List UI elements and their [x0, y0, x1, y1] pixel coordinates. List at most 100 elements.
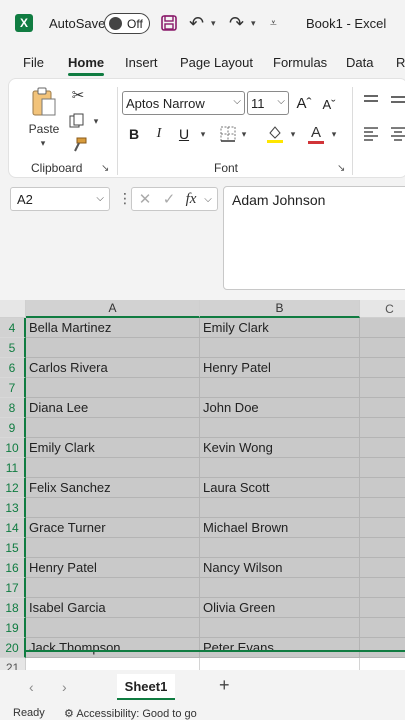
cell-b[interactable]: Michael Brown — [200, 518, 360, 538]
tab-review[interactable]: Re — [396, 46, 405, 78]
tab-home[interactable]: Home — [68, 46, 105, 78]
more-options-icon[interactable]: ⋮ — [118, 190, 132, 207]
column-header-a[interactable]: A — [26, 300, 200, 318]
chevron-down-icon[interactable]: ⌵ — [202, 194, 214, 205]
cell-a[interactable] — [26, 658, 200, 670]
row-header[interactable]: 9 — [0, 418, 26, 438]
add-sheet-button[interactable]: + — [219, 675, 230, 696]
cell-c[interactable] — [360, 538, 405, 558]
row-header[interactable]: 21 — [0, 658, 26, 670]
underline-button[interactable]: U — [177, 124, 191, 144]
row-header[interactable]: 20 — [0, 638, 26, 658]
cell-b[interactable] — [200, 658, 360, 670]
cell-c[interactable] — [360, 318, 405, 338]
cell-a[interactable] — [26, 618, 200, 638]
borders-icon[interactable] — [218, 124, 238, 144]
previous-sheet-icon[interactable]: ‹ — [29, 679, 34, 695]
cell-c[interactable] — [360, 618, 405, 638]
undo-dropdown-icon[interactable]: ▾ — [211, 0, 216, 46]
row-header[interactable]: 4 — [0, 318, 26, 338]
cell-a[interactable]: Jack Thompson — [26, 638, 200, 658]
cell-c[interactable] — [360, 438, 405, 458]
cell-b[interactable] — [200, 378, 360, 398]
cell-b[interactable]: Olivia Green — [200, 598, 360, 618]
formula-input[interactable]: Adam Johnson — [223, 186, 405, 290]
cell-c[interactable] — [360, 358, 405, 378]
cell-a[interactable]: Grace Turner — [26, 518, 200, 538]
italic-button[interactable]: I — [152, 124, 166, 144]
cell-a[interactable]: Isabel Garcia — [26, 598, 200, 618]
row-header[interactable]: 16 — [0, 558, 26, 578]
tab-insert[interactable]: Insert — [125, 46, 158, 78]
row-header[interactable]: 15 — [0, 538, 26, 558]
cell-a[interactable]: Carlos Rivera — [26, 358, 200, 378]
cell-c[interactable] — [360, 418, 405, 438]
select-all-corner[interactable] — [0, 300, 26, 318]
copy-icon[interactable] — [67, 111, 87, 131]
row-header[interactable]: 8 — [0, 398, 26, 418]
redo-icon[interactable]: ↷ — [229, 0, 244, 46]
cell-b[interactable] — [200, 338, 360, 358]
underline-dropdown-icon[interactable]: ▾ — [198, 128, 208, 140]
cancel-icon[interactable]: ✕ — [132, 190, 158, 208]
cell-a[interactable]: Emily Clark — [26, 438, 200, 458]
font-name-box[interactable]: Aptos Narrow ⌵ — [122, 91, 245, 115]
cell-b[interactable] — [200, 458, 360, 478]
row-header[interactable]: 7 — [0, 378, 26, 398]
redo-dropdown-icon[interactable]: ▾ — [251, 0, 256, 46]
cell-a[interactable]: Henry Patel — [26, 558, 200, 578]
copy-dropdown-icon[interactable]: ▾ — [91, 115, 101, 127]
align-top-icon[interactable] — [362, 91, 380, 109]
autosave-toggle[interactable]: Off — [104, 13, 150, 34]
font-color-dropdown-icon[interactable]: ▾ — [329, 128, 339, 140]
cell-c[interactable] — [360, 378, 405, 398]
font-color-icon[interactable]: A — [306, 123, 326, 145]
row-header[interactable]: 19 — [0, 618, 26, 638]
align-middle-icon[interactable] — [389, 91, 405, 109]
cell-b[interactable]: Peter Evans — [200, 638, 360, 658]
accessibility-status[interactable]: ⚙ Accessibility: Good to go — [64, 707, 197, 720]
row-header[interactable]: 6 — [0, 358, 26, 378]
row-header[interactable]: 13 — [0, 498, 26, 518]
cell-a[interactable]: Bella Martinez — [26, 318, 200, 338]
cell-a[interactable] — [26, 418, 200, 438]
cell-c[interactable] — [360, 558, 405, 578]
cell-c[interactable] — [360, 598, 405, 618]
row-header[interactable]: 11 — [0, 458, 26, 478]
cell-a[interactable] — [26, 378, 200, 398]
clipboard-launcher-icon[interactable]: ↘ — [101, 163, 109, 174]
decrease-font-size-button[interactable]: Aˇ — [321, 94, 337, 114]
customize-qat-icon[interactable]: ⩡ — [270, 0, 277, 46]
cell-b[interactable]: Nancy Wilson — [200, 558, 360, 578]
row-header[interactable]: 14 — [0, 518, 26, 538]
tab-formulas[interactable]: Formulas — [273, 46, 327, 78]
cell-b[interactable] — [200, 498, 360, 518]
cell-c[interactable] — [360, 658, 405, 670]
align-left-icon[interactable] — [362, 123, 380, 143]
worksheet-grid[interactable]: A B C 4 Bella Martinez Emily Clark 5 6 Carlos… — [0, 300, 405, 670]
cut-icon[interactable]: ✂ — [69, 85, 87, 105]
cell-c[interactable] — [360, 398, 405, 418]
tab-data[interactable]: Data — [346, 46, 373, 78]
name-box[interactable]: A2 ⌵ — [10, 187, 110, 211]
paste-button-label[interactable]: Paste — [27, 121, 61, 137]
cell-b[interactable]: Kevin Wong — [200, 438, 360, 458]
cell-b[interactable] — [200, 538, 360, 558]
column-header-c[interactable]: C — [360, 300, 405, 318]
font-launcher-icon[interactable]: ↘ — [337, 163, 345, 174]
column-header-b[interactable]: B — [200, 300, 360, 318]
align-center-icon[interactable] — [389, 123, 405, 143]
sheet-tab-sheet1[interactable]: Sheet1 — [117, 674, 175, 700]
cell-c[interactable] — [360, 638, 405, 658]
undo-icon[interactable]: ↶ — [189, 0, 204, 46]
row-header[interactable]: 17 — [0, 578, 26, 598]
cell-a[interactable] — [26, 578, 200, 598]
cell-c[interactable] — [360, 578, 405, 598]
format-painter-icon[interactable] — [69, 135, 89, 155]
row-header[interactable]: 5 — [0, 338, 26, 358]
cell-b[interactable]: Laura Scott — [200, 478, 360, 498]
cell-a[interactable] — [26, 338, 200, 358]
row-header[interactable]: 18 — [0, 598, 26, 618]
paste-dropdown-icon[interactable]: ▾ — [35, 137, 51, 149]
cell-b[interactable] — [200, 418, 360, 438]
